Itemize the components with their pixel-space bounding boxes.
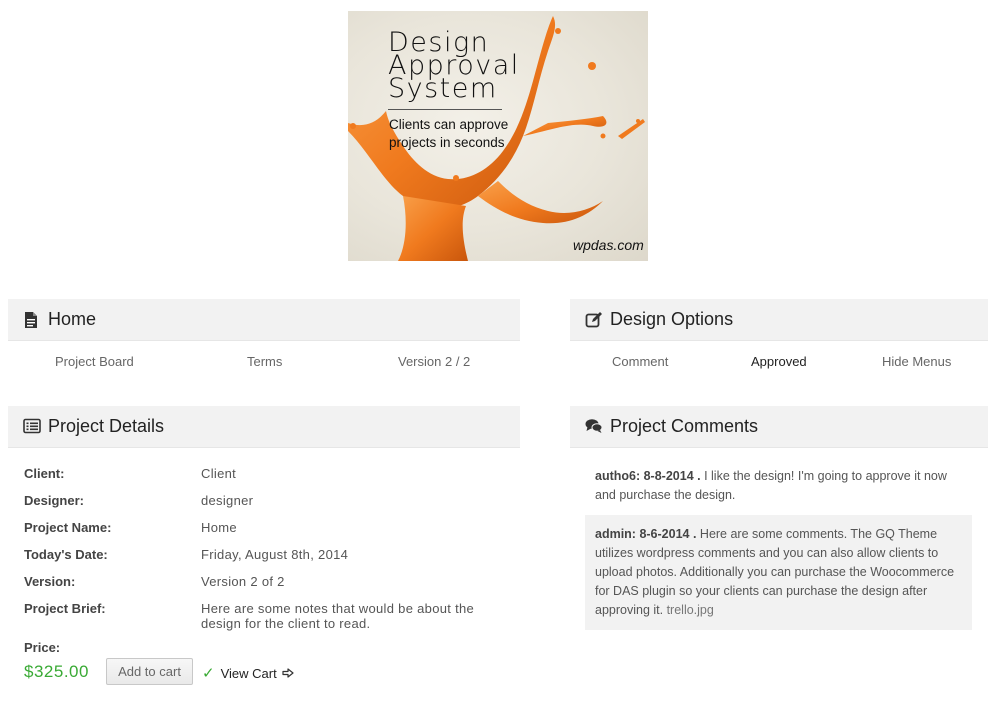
project-details-title: Project Details (48, 416, 165, 436)
detail-value: Version 2 of 2 (201, 574, 285, 589)
detail-label: Designer: (24, 493, 84, 508)
nav-version[interactable]: Version 2 / 2 (398, 354, 470, 369)
design-options-header: Design Options (570, 299, 988, 341)
edit-icon (585, 311, 603, 329)
banner-subtitle: Clients can approve projects in seconds (389, 117, 509, 150)
file-icon (23, 311, 41, 329)
option-hide-menus[interactable]: Hide Menus (882, 354, 951, 369)
detail-label: Client: (24, 466, 65, 481)
comments-icon (585, 418, 603, 436)
detail-value: designer (201, 493, 254, 508)
detail-value: Here are some notes that would be about … (201, 601, 475, 631)
price-value: $325.00 (24, 662, 89, 681)
checkmark-icon: ✓ (202, 665, 215, 682)
add-to-cart-button[interactable]: Add to cart (106, 658, 193, 685)
attachment-link[interactable]: trello.jpg (667, 603, 714, 617)
banner-url: wpdas.com (573, 237, 644, 253)
option-approved[interactable]: Approved (751, 354, 807, 369)
promo-banner[interactable]: Design Approval System Clients can appro… (348, 11, 648, 261)
banner-divider (388, 109, 502, 110)
comment-author: admin: 8-6-2014 . (595, 527, 697, 541)
view-cart-label: View Cart (220, 665, 277, 681)
banner-title: Design Approval System (388, 27, 520, 104)
home-panel-title: Home (48, 309, 97, 329)
home-panel-header: Home (8, 299, 520, 341)
option-comment[interactable]: Comment (612, 354, 668, 369)
home-nav: Project Board Terms Version 2 / 2 (8, 354, 520, 376)
project-comments-title: Project Comments (610, 416, 759, 436)
price-label: Price: (24, 640, 61, 655)
view-cart-link[interactable]: ✓ View Cart (202, 664, 294, 682)
detail-value: Friday, August 8th, 2014 (201, 547, 349, 562)
detail-label: Version: (24, 574, 76, 589)
comment-author: autho6: 8-8-2014 . (595, 469, 701, 483)
list-icon (23, 418, 41, 436)
detail-label: Project Brief: (24, 601, 106, 616)
project-comments-header: Project Comments (570, 406, 988, 448)
nav-terms[interactable]: Terms (247, 354, 282, 369)
detail-label: Today's Date: (24, 547, 108, 562)
nav-project-board[interactable]: Project Board (55, 354, 134, 369)
comment-item: autho6: 8-8-2014 . I like the design! I'… (585, 467, 972, 507)
comment-item: admin: 8-6-2014 . Here are some comments… (585, 515, 972, 630)
arrow-right-icon (282, 668, 294, 678)
design-options-title: Design Options (610, 309, 734, 329)
detail-label: Project Name: (24, 520, 112, 535)
design-options-nav: Comment Approved Hide Menus (570, 354, 988, 376)
detail-value: Client (201, 466, 237, 481)
detail-value: Home (201, 520, 237, 535)
project-details-header: Project Details (8, 406, 520, 448)
